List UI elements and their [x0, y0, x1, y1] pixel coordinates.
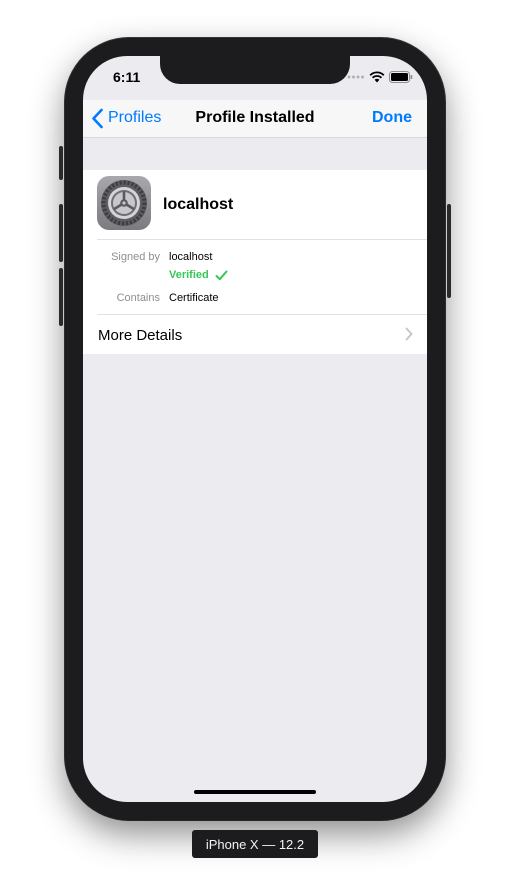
volume-down-button	[59, 268, 63, 326]
divider	[97, 239, 427, 240]
battery-icon	[389, 71, 413, 83]
settings-gear-icon	[97, 176, 151, 230]
power-button	[447, 204, 451, 298]
home-indicator[interactable]	[194, 790, 316, 794]
verified-status: Verified	[169, 269, 228, 281]
silent-switch	[59, 146, 63, 180]
checkmark-icon	[215, 270, 228, 280]
volume-up-button	[59, 204, 63, 262]
profile-header: localhost	[83, 170, 427, 239]
profile-card: localhost Signed by localhost Verified C…	[83, 170, 427, 354]
more-details-label: More Details	[98, 327, 183, 344]
wifi-icon	[369, 71, 385, 83]
screen: 6:11 Profiles Profile Installed Done loc…	[83, 56, 427, 802]
status-icons	[347, 70, 413, 84]
verified-label: Verified	[169, 269, 209, 281]
profile-name: localhost	[163, 196, 234, 213]
status-time: 6:11	[113, 69, 141, 85]
contains-label: Contains	[116, 292, 160, 304]
signal-dots-icon	[347, 75, 364, 79]
device-label: iPhone X — 12.2	[192, 830, 318, 858]
signed-by-value: localhost	[169, 251, 213, 263]
navigation-bar: Profiles Profile Installed Done	[83, 100, 427, 138]
done-button[interactable]: Done	[372, 109, 412, 127]
chevron-right-icon	[405, 327, 413, 341]
more-details-row[interactable]: More Details	[83, 315, 427, 354]
signed-by-label: Signed by	[111, 251, 160, 263]
notch	[160, 56, 350, 84]
contains-value: Certificate	[169, 292, 219, 304]
